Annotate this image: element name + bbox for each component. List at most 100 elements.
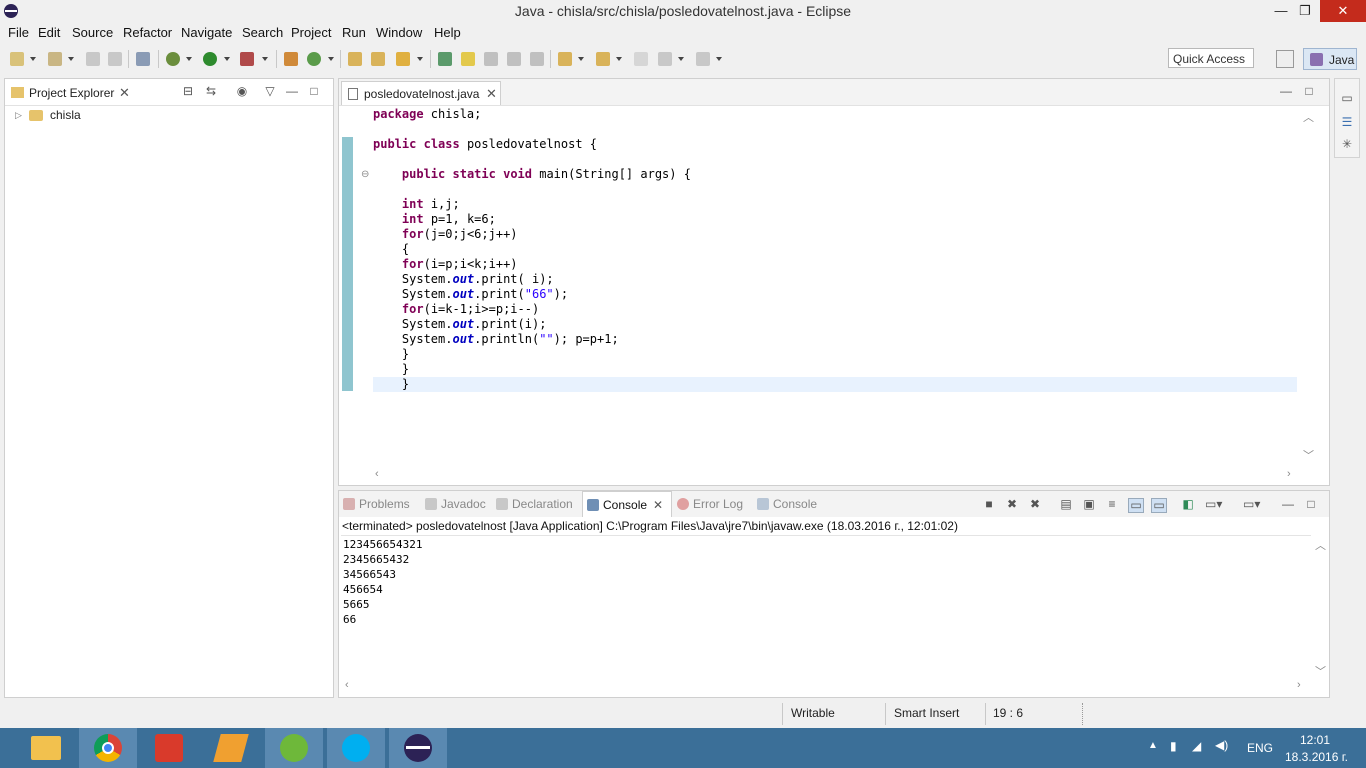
taskbar-eclipse[interactable]: [389, 728, 447, 768]
menu-refactor[interactable]: Refactor: [123, 25, 172, 40]
debug-icon[interactable]: [166, 52, 180, 66]
open-type-icon[interactable]: [348, 52, 362, 66]
view-menu-icon[interactable]: ▽: [263, 84, 277, 98]
close-icon[interactable]: ✕: [119, 85, 130, 101]
menu-search[interactable]: Search: [242, 25, 283, 40]
console-horizontal-scrollbar[interactable]: ‹ ›: [343, 679, 1309, 693]
tab-javadoc[interactable]: Javadoc: [425, 491, 495, 517]
clear-console-icon[interactable]: ▤: [1059, 498, 1073, 511]
restore-icon[interactable]: ▭: [1340, 91, 1354, 105]
minimize-view-icon[interactable]: —: [1281, 498, 1295, 511]
maximize-view-icon[interactable]: □: [1302, 84, 1316, 98]
tab-problems[interactable]: Problems: [343, 491, 423, 517]
menu-project[interactable]: Project: [291, 25, 331, 40]
skip-breakpoints-icon[interactable]: [136, 52, 150, 66]
taskbar-pdf-reader[interactable]: [140, 728, 198, 768]
minimize-view-icon[interactable]: —: [1279, 84, 1293, 98]
tab-console-2[interactable]: Console: [757, 491, 827, 517]
battery-icon[interactable]: ▮: [1170, 739, 1177, 753]
terminate-icon[interactable]: ■: [982, 498, 996, 511]
block-selection-icon[interactable]: [484, 52, 498, 66]
word-wrap-icon[interactable]: [507, 52, 521, 66]
show-hidden-icons-icon[interactable]: ▲: [1148, 740, 1158, 751]
volume-icon[interactable]: ◀): [1215, 738, 1228, 752]
outline-icon[interactable]: ☰: [1340, 115, 1354, 129]
display-selected-console-icon[interactable]: ▭▾: [1205, 498, 1222, 511]
menu-run[interactable]: Run: [342, 25, 366, 40]
close-icon[interactable]: ✕: [486, 86, 497, 102]
save-all-icon[interactable]: [108, 52, 122, 66]
chevron-right-icon[interactable]: ▷: [15, 110, 22, 121]
maximize-view-icon[interactable]: □: [307, 84, 321, 98]
tab-error-log[interactable]: Error Log: [677, 491, 751, 517]
quick-access-input[interactable]: Quick Access: [1168, 48, 1254, 68]
remove-all-launches-icon[interactable]: ✖: [1028, 498, 1042, 511]
fold-toggle-icon[interactable]: ⊖: [361, 169, 369, 180]
open-task-icon[interactable]: [371, 52, 385, 66]
new-java-project-icon[interactable]: [284, 52, 298, 66]
tree-item-chisla[interactable]: ▷ chisla: [13, 107, 213, 125]
remove-launch-icon[interactable]: ✖: [1005, 498, 1019, 511]
menu-edit[interactable]: Edit: [38, 25, 60, 40]
tab-console[interactable]: Console ✕: [582, 491, 672, 517]
task-list-icon[interactable]: ✳: [1340, 137, 1354, 151]
close-icon[interactable]: ✕: [653, 492, 663, 518]
menu-navigate[interactable]: Navigate: [181, 25, 232, 40]
java-perspective-button[interactable]: Java: [1303, 48, 1357, 70]
editor-vertical-scrollbar[interactable]: ︿ ﹀: [1301, 107, 1315, 467]
title-bar: Java - chisla/src/chisla/posledovatelnos…: [0, 0, 1366, 23]
word-wrap-icon[interactable]: ≡: [1105, 498, 1119, 511]
tab-posledovatelnost-java[interactable]: posledovatelnost.java ✕: [341, 81, 501, 105]
project-explorer-view: Project Explorer ✕ ⊟ ⇆ ◉ ▽ — □ ▷ chisla: [4, 78, 334, 698]
new-package-icon[interactable]: [48, 52, 62, 66]
clock-time[interactable]: 12:01: [1300, 733, 1330, 747]
network-icon[interactable]: ◢: [1192, 739, 1201, 753]
search-icon[interactable]: [396, 52, 410, 66]
language-indicator[interactable]: ENG: [1247, 741, 1273, 755]
taskbar-winamp[interactable]: [202, 728, 260, 768]
show-on-output-icon[interactable]: ▭: [1128, 498, 1144, 513]
last-edit-location-icon[interactable]: [634, 52, 648, 66]
console-vertical-scrollbar[interactable]: ︿ ﹀: [1313, 537, 1327, 678]
code-area[interactable]: package chisla; public class posledovate…: [373, 107, 1299, 467]
taskbar-chrome[interactable]: [79, 728, 137, 768]
tab-project-explorer[interactable]: Project Explorer ✕: [7, 81, 139, 105]
maximize-view-icon[interactable]: □: [1304, 498, 1318, 511]
external-tools-icon[interactable]: [240, 52, 254, 66]
code-line: for(j=0;j<6;j++): [401, 227, 518, 241]
collapse-all-icon[interactable]: ⊟: [181, 84, 195, 98]
folder-icon: [31, 736, 61, 760]
menu-help[interactable]: Help: [434, 25, 461, 40]
close-button[interactable]: ✕: [1320, 0, 1366, 22]
run-icon[interactable]: [203, 52, 217, 66]
back-icon[interactable]: [658, 52, 672, 66]
taskbar-utorrent[interactable]: [265, 728, 323, 768]
mark-occurrences-icon[interactable]: [461, 52, 475, 66]
show-on-error-icon[interactable]: ▭: [1151, 498, 1167, 513]
status-writable: Writable: [791, 706, 835, 720]
toggle-annotation-icon[interactable]: [438, 52, 452, 66]
new-class-icon[interactable]: [307, 52, 321, 66]
new-icon[interactable]: [10, 52, 24, 66]
menu-window[interactable]: Window: [376, 25, 422, 40]
editor-horizontal-scrollbar[interactable]: ‹ ›: [373, 468, 1299, 482]
taskbar-skype[interactable]: [327, 728, 385, 768]
clock-date[interactable]: 18.3.2016 г.: [1285, 750, 1348, 764]
next-annotation-icon[interactable]: [558, 52, 572, 66]
show-whitespace-icon[interactable]: [530, 52, 544, 66]
save-icon[interactable]: [86, 52, 100, 66]
menu-file[interactable]: File: [8, 25, 29, 40]
tab-declaration[interactable]: Declaration: [496, 491, 580, 517]
previous-annotation-icon[interactable]: [596, 52, 610, 66]
taskbar-file-explorer[interactable]: [17, 728, 75, 768]
minimize-view-icon[interactable]: —: [285, 84, 299, 98]
maximize-button[interactable]: ❐: [1290, 0, 1320, 22]
open-console-icon[interactable]: ▭▾: [1243, 498, 1260, 511]
forward-icon[interactable]: [696, 52, 710, 66]
scroll-lock-icon[interactable]: ▣: [1082, 498, 1096, 511]
menu-source[interactable]: Source: [72, 25, 113, 40]
link-with-editor-icon[interactable]: ⇆: [204, 84, 218, 98]
pin-console-icon[interactable]: ◧: [1181, 498, 1195, 511]
filter-icon[interactable]: ◉: [235, 84, 249, 98]
open-perspective-icon[interactable]: [1276, 50, 1294, 68]
